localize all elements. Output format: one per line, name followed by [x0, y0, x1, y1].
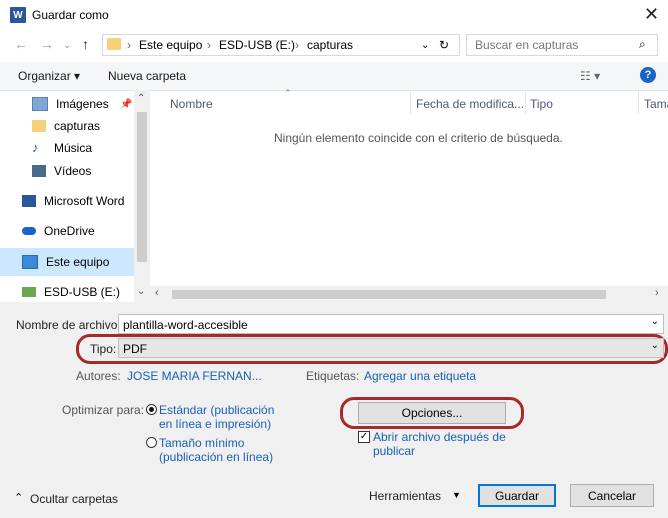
music-icon: ♪ [32, 140, 39, 155]
type-value: PDF [123, 342, 147, 356]
breadcrumb-usb[interactable]: ESD-USB (E:) [219, 38, 295, 52]
cloud-icon [22, 227, 36, 235]
view-options-icon[interactable]: ☷ ▾ [580, 69, 600, 83]
column-header-name[interactable]: Nombre [170, 97, 213, 111]
type-dropdown-icon[interactable]: ⌄ [651, 340, 659, 351]
empty-message: Ningún elemento coincide con el criterio… [274, 131, 563, 145]
organize-button[interactable]: Organizar ▾ [18, 69, 80, 83]
open-after-label-1[interactable]: Abrir archivo después de [373, 430, 506, 444]
scroll-up-icon[interactable]: ⌃ [137, 93, 145, 104]
tags-value[interactable]: Agregar una etiqueta [364, 369, 476, 383]
sidebar-item-label: ESD-USB (E:) [44, 285, 121, 299]
search-input[interactable]: Buscar en capturas [475, 38, 578, 52]
back-arrow-icon[interactable]: ← [14, 36, 28, 52]
address-bar[interactable]: › Este equipo › ESD-USB (E:) › capturas … [102, 34, 460, 56]
navigation-pane: Imágenes 📌 capturas ♪ Música Vídeos Micr… [0, 90, 150, 302]
hide-folders-button[interactable]: Ocultar carpetas [30, 492, 118, 506]
column-header-size[interactable]: Tama [644, 97, 668, 111]
column-header-date[interactable]: Fecha de modifica... [416, 97, 524, 111]
sidebar-item-label: Imágenes [56, 97, 109, 111]
optimize-minimum-label-1[interactable]: Tamaño mínimo [159, 436, 244, 450]
filename-input[interactable]: plantilla-word-accesible ⌄ [118, 314, 664, 334]
sidebar-scrollbar-thumb[interactable] [137, 112, 147, 262]
sidebar-item-videos[interactable]: Vídeos [0, 157, 134, 185]
breadcrumb-separator-icon: › [207, 38, 211, 52]
sidebar-item-label: Vídeos [54, 164, 92, 178]
computer-icon [22, 255, 38, 269]
sidebar-item-microsoft-word[interactable]: Microsoft Word [0, 187, 134, 215]
open-after-checkbox[interactable]: ✓ [358, 431, 370, 443]
address-dropdown-icon[interactable]: ⌄ [421, 40, 429, 51]
window-title: Guardar como [32, 8, 109, 22]
optimize-minimum-radio[interactable] [146, 437, 157, 448]
filename-dropdown-icon[interactable]: ⌄ [651, 316, 659, 327]
sidebar-item-label: Música [54, 141, 93, 155]
search-box[interactable]: Buscar en capturas ⌕ [466, 34, 658, 56]
column-header-type[interactable]: Tipo [530, 97, 553, 111]
optimize-standard-radio[interactable] [146, 404, 157, 415]
breadcrumb-capturas[interactable]: capturas [307, 38, 353, 52]
refresh-icon[interactable]: ↻ [439, 38, 449, 52]
filename-value: plantilla-word-accesible [123, 318, 248, 332]
breadcrumb-este-equipo[interactable]: Este equipo [139, 38, 202, 52]
toolbar [0, 62, 668, 91]
word-app-icon: W [10, 7, 26, 23]
sidebar-item-label: Este equipo [46, 255, 110, 269]
column-divider [410, 92, 411, 114]
tools-dropdown-icon[interactable]: ▼ [452, 490, 461, 500]
file-list-scrollbar-thumb[interactable] [172, 290, 606, 299]
help-icon[interactable]: ? [640, 67, 656, 83]
breadcrumb-separator-icon: › [295, 38, 299, 52]
forward-arrow-icon[interactable]: → [40, 36, 54, 52]
sidebar-item-label: Microsoft Word [44, 194, 125, 208]
up-arrow-icon[interactable]: ↑ [82, 36, 89, 52]
optimize-minimum-label-2[interactable]: (publicación en línea) [159, 450, 273, 464]
column-divider [638, 92, 639, 114]
search-icon[interactable]: ⌕ [639, 37, 646, 52]
sidebar-item-onedrive[interactable]: OneDrive [0, 217, 134, 245]
open-after-label-2[interactable]: publicar [373, 444, 415, 458]
sidebar-item-label: OneDrive [44, 224, 95, 238]
cancel-button[interactable]: Cancelar [570, 484, 654, 507]
folder-icon [32, 120, 46, 132]
sidebar-item-label: capturas [54, 119, 101, 133]
sidebar-item-este-equipo[interactable]: Este equipo [0, 248, 134, 276]
save-button[interactable]: Guardar [478, 484, 556, 507]
chevron-up-icon[interactable]: ⌃ [14, 491, 23, 504]
filename-label: Nombre de archivo: [16, 318, 121, 332]
options-button[interactable]: Opciones... [358, 402, 506, 424]
recent-locations-chevron-icon[interactable]: ⌄ [63, 40, 71, 51]
sort-up-icon: ⌃ [284, 88, 292, 98]
optimize-label: Optimizar para: [62, 403, 145, 417]
optimize-standard-label-1[interactable]: Estándar (publicación [159, 403, 274, 417]
tags-label: Etiquetas: [306, 369, 360, 383]
authors-label: Autores: [76, 369, 121, 383]
breadcrumb-separator-icon: › [127, 38, 131, 52]
video-icon [32, 165, 46, 177]
pin-icon: 📌 [120, 98, 133, 110]
authors-value[interactable]: JOSE MARIA FERNAN... [127, 369, 262, 383]
scroll-left-icon[interactable]: ‹ [155, 287, 159, 299]
type-select[interactable]: PDF ⌄ [118, 338, 664, 358]
file-list [150, 90, 668, 302]
scroll-right-icon[interactable]: › [655, 287, 659, 299]
tools-button[interactable]: Herramientas [369, 489, 441, 503]
optimize-standard-label-2[interactable]: en línea e impresión) [159, 417, 271, 431]
pictures-icon [32, 97, 48, 111]
type-label: Tipo: [90, 342, 117, 356]
scroll-down-icon[interactable]: ⌄ [137, 286, 145, 297]
close-icon[interactable]: ✕ [644, 4, 659, 25]
folder-icon [107, 38, 121, 50]
new-folder-button[interactable]: Nueva carpeta [108, 69, 186, 83]
column-divider [525, 92, 526, 114]
word-icon [22, 195, 36, 207]
usb-drive-icon [22, 287, 36, 297]
